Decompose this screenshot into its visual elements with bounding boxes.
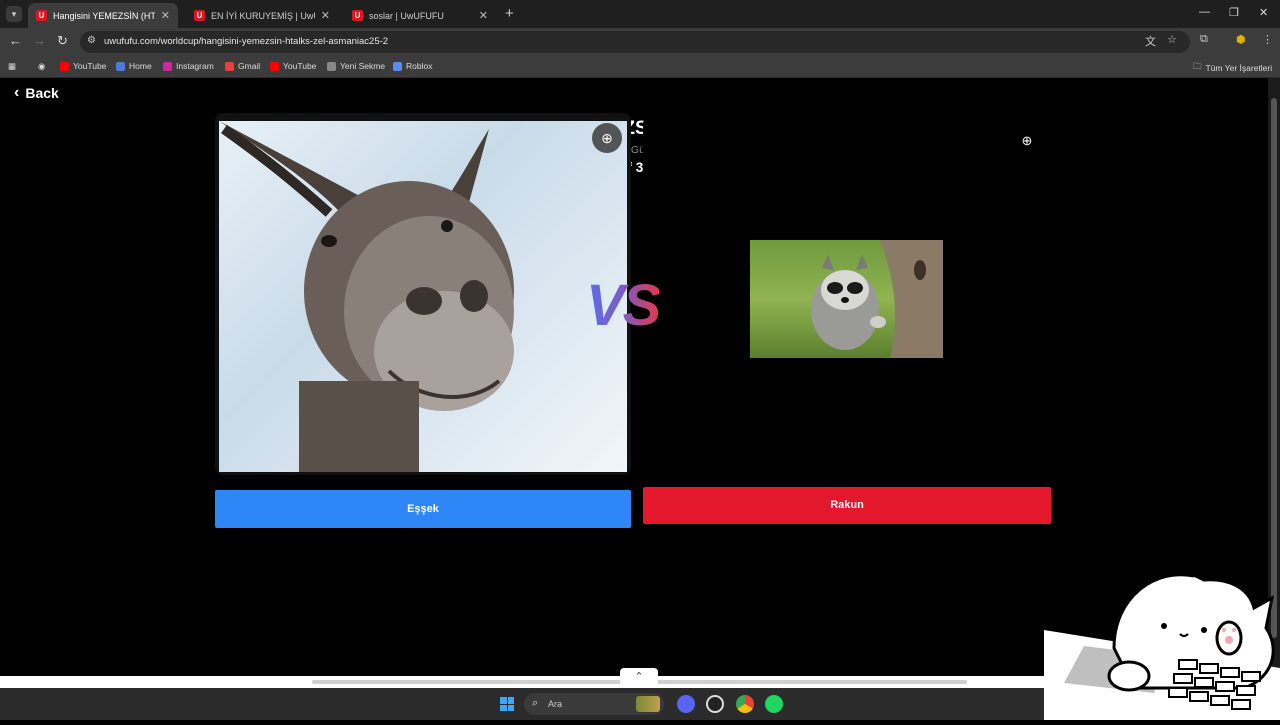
back-button[interactable]: ‹ Back — [14, 84, 59, 102]
choose-left-button[interactable]: Eşşek — [215, 490, 631, 528]
apps-grid-icon[interactable]: ▦ — [8, 61, 16, 72]
search-highlight-icon — [636, 696, 660, 712]
page-title: Hangisini YEMEZSİN (HTalks Özel) — [479, 118, 791, 139]
browser-toolbar: ← → ↻ ⚙ uwufufu.com/worldcup/hangisini-y… — [0, 28, 1280, 56]
home-icon — [116, 61, 125, 71]
bongo-cat-illustration — [1044, 566, 1280, 720]
chrome-web-icon[interactable]: ◉ — [38, 61, 45, 72]
windows-start-icon[interactable] — [500, 697, 514, 711]
search-icon: ⌕ — [532, 697, 539, 709]
site-info-icon[interactable]: ⚙ — [87, 35, 96, 46]
bookmark-label: YouTube — [73, 61, 107, 71]
donkey-illustration — [219, 121, 514, 472]
bookmark-label: Yeni Sekme — [340, 61, 386, 71]
chrome-icon[interactable] — [736, 695, 754, 713]
tab-hangisini-yemezsin[interactable]: U Hangisini YEMEZSİN (HTalks Öz ✕ — [28, 3, 178, 28]
uwufufu-favicon-icon: U — [194, 10, 205, 21]
bookmark-label: Roblox — [406, 61, 433, 71]
search-placeholder: Ara — [548, 699, 563, 709]
bookmark-instagram[interactable]: Instagram — [163, 61, 214, 71]
tab-close-icon[interactable]: ✕ — [161, 9, 170, 22]
close-window-icon[interactable]: ✕ — [1259, 6, 1268, 19]
chevron-up-icon[interactable]: ⌃ — [620, 668, 658, 686]
left-choice-card[interactable] — [215, 113, 631, 475]
round-info: Rounds of 32 Match 4 — [565, 160, 705, 175]
obs-icon[interactable] — [706, 695, 724, 713]
tab-soslar[interactable]: U soslar | UwUFUFU ✕ — [344, 3, 496, 28]
chevron-left-icon: ‹ — [14, 84, 20, 101]
roblox-icon — [393, 61, 402, 71]
bookmark-label: Instagram — [176, 61, 214, 71]
new-tab-icon[interactable]: + — [505, 5, 514, 22]
choose-right-button[interactable]: Rakun — [643, 487, 1051, 524]
tab-label: EN İYİ KURUYEMİŞ | UwUFUFU — [211, 10, 315, 21]
translate-icon[interactable]: 文 — [1145, 33, 1156, 49]
spotify-icon[interactable] — [765, 695, 783, 713]
bookmark-label: Tüm Yer İşaretleri — [1205, 63, 1273, 73]
donkey-image[interactable] — [219, 121, 627, 472]
discord-icon[interactable] — [677, 695, 695, 713]
page-subtitle: En son yiyeceğin canlıyı seç (Günah ve e… — [492, 144, 778, 156]
bongo-cat-overlay — [1044, 566, 1280, 720]
bookmark-home[interactable]: Home — [116, 61, 152, 71]
bookmark-gmail[interactable]: Gmail — [225, 61, 260, 71]
folder-icon: 🗀 — [1193, 61, 1202, 71]
bookmark-star-icon[interactable]: ☆ — [1167, 33, 1177, 46]
profile-extension-icon[interactable]: ⬢ — [1236, 33, 1246, 46]
tab-label: soslar | UwUFUFU — [369, 10, 444, 21]
bookmarks-bar: ▦ ◉ YouTube Home Instagram Gmail YouTube… — [0, 56, 1280, 78]
all-bookmarks-folder[interactable]: 🗀 Tüm Yer İşaretleri — [1193, 61, 1272, 75]
tab-en-iyi-kuruyemis[interactable]: U EN İYİ KURUYEMİŞ | UwUFUFU ✕ — [186, 3, 338, 28]
restore-icon[interactable]: ❐ — [1229, 6, 1239, 19]
new-tab-page-icon — [327, 61, 336, 71]
tab-label: Hangisini YEMEZSİN (HTalks Öz — [53, 10, 155, 21]
bookmark-roblox[interactable]: Roblox — [393, 61, 432, 71]
back-label: Back — [25, 85, 59, 101]
youtube-icon — [60, 61, 69, 71]
tab-strip: ▾ U Hangisini YEMEZSİN (HTalks Öz ✕ U EN… — [0, 0, 1280, 28]
uwufufu-favicon-icon: U — [36, 10, 47, 21]
gmail-icon — [225, 61, 234, 71]
right-choice-card[interactable] — [643, 116, 1051, 480]
url-text: uwufufu.com/worldcup/hangisini-yemezsin-… — [104, 36, 389, 47]
bookmark-label: Home — [129, 61, 152, 71]
bookmark-label: Gmail — [238, 61, 261, 71]
bookmark-yeni-sekme[interactable]: Yeni Sekme — [327, 61, 385, 71]
minimize-icon[interactable]: — — [1199, 6, 1210, 18]
raccoon-illustration — [811, 240, 943, 358]
tab-close-icon[interactable]: ✕ — [479, 9, 488, 22]
forward-arrow-icon[interactable]: → — [33, 33, 46, 48]
extensions-icon[interactable]: ⧉ — [1200, 33, 1208, 46]
instagram-icon — [163, 61, 172, 71]
raccoon-image[interactable] — [750, 240, 943, 358]
tab-close-icon[interactable]: ✕ — [321, 9, 330, 22]
zoom-in-icon-right[interactable]: ⊕ — [1018, 132, 1036, 150]
back-arrow-icon[interactable]: ← — [9, 33, 22, 48]
youtube-icon — [270, 61, 279, 71]
bookmark-youtube-2[interactable]: YouTube — [270, 61, 316, 71]
uwufufu-favicon-icon: U — [352, 10, 363, 21]
bookmark-youtube[interactable]: YouTube — [60, 61, 106, 71]
tab-search-icon[interactable]: ▾ — [6, 6, 22, 22]
zoom-in-icon[interactable]: ⊕ — [592, 123, 622, 153]
vs-label: VS — [586, 273, 661, 338]
taskbar-search[interactable]: ⌕ Ara — [524, 693, 664, 715]
menu-kebab-icon[interactable]: ⋮ — [1262, 33, 1273, 46]
bookmark-label: YouTube — [283, 61, 317, 71]
reload-icon[interactable]: ↻ — [57, 33, 68, 49]
scrollbar-thumb[interactable] — [1271, 98, 1277, 638]
address-bar[interactable]: ⚙ uwufufu.com/worldcup/hangisini-yemezsi… — [80, 31, 1190, 53]
